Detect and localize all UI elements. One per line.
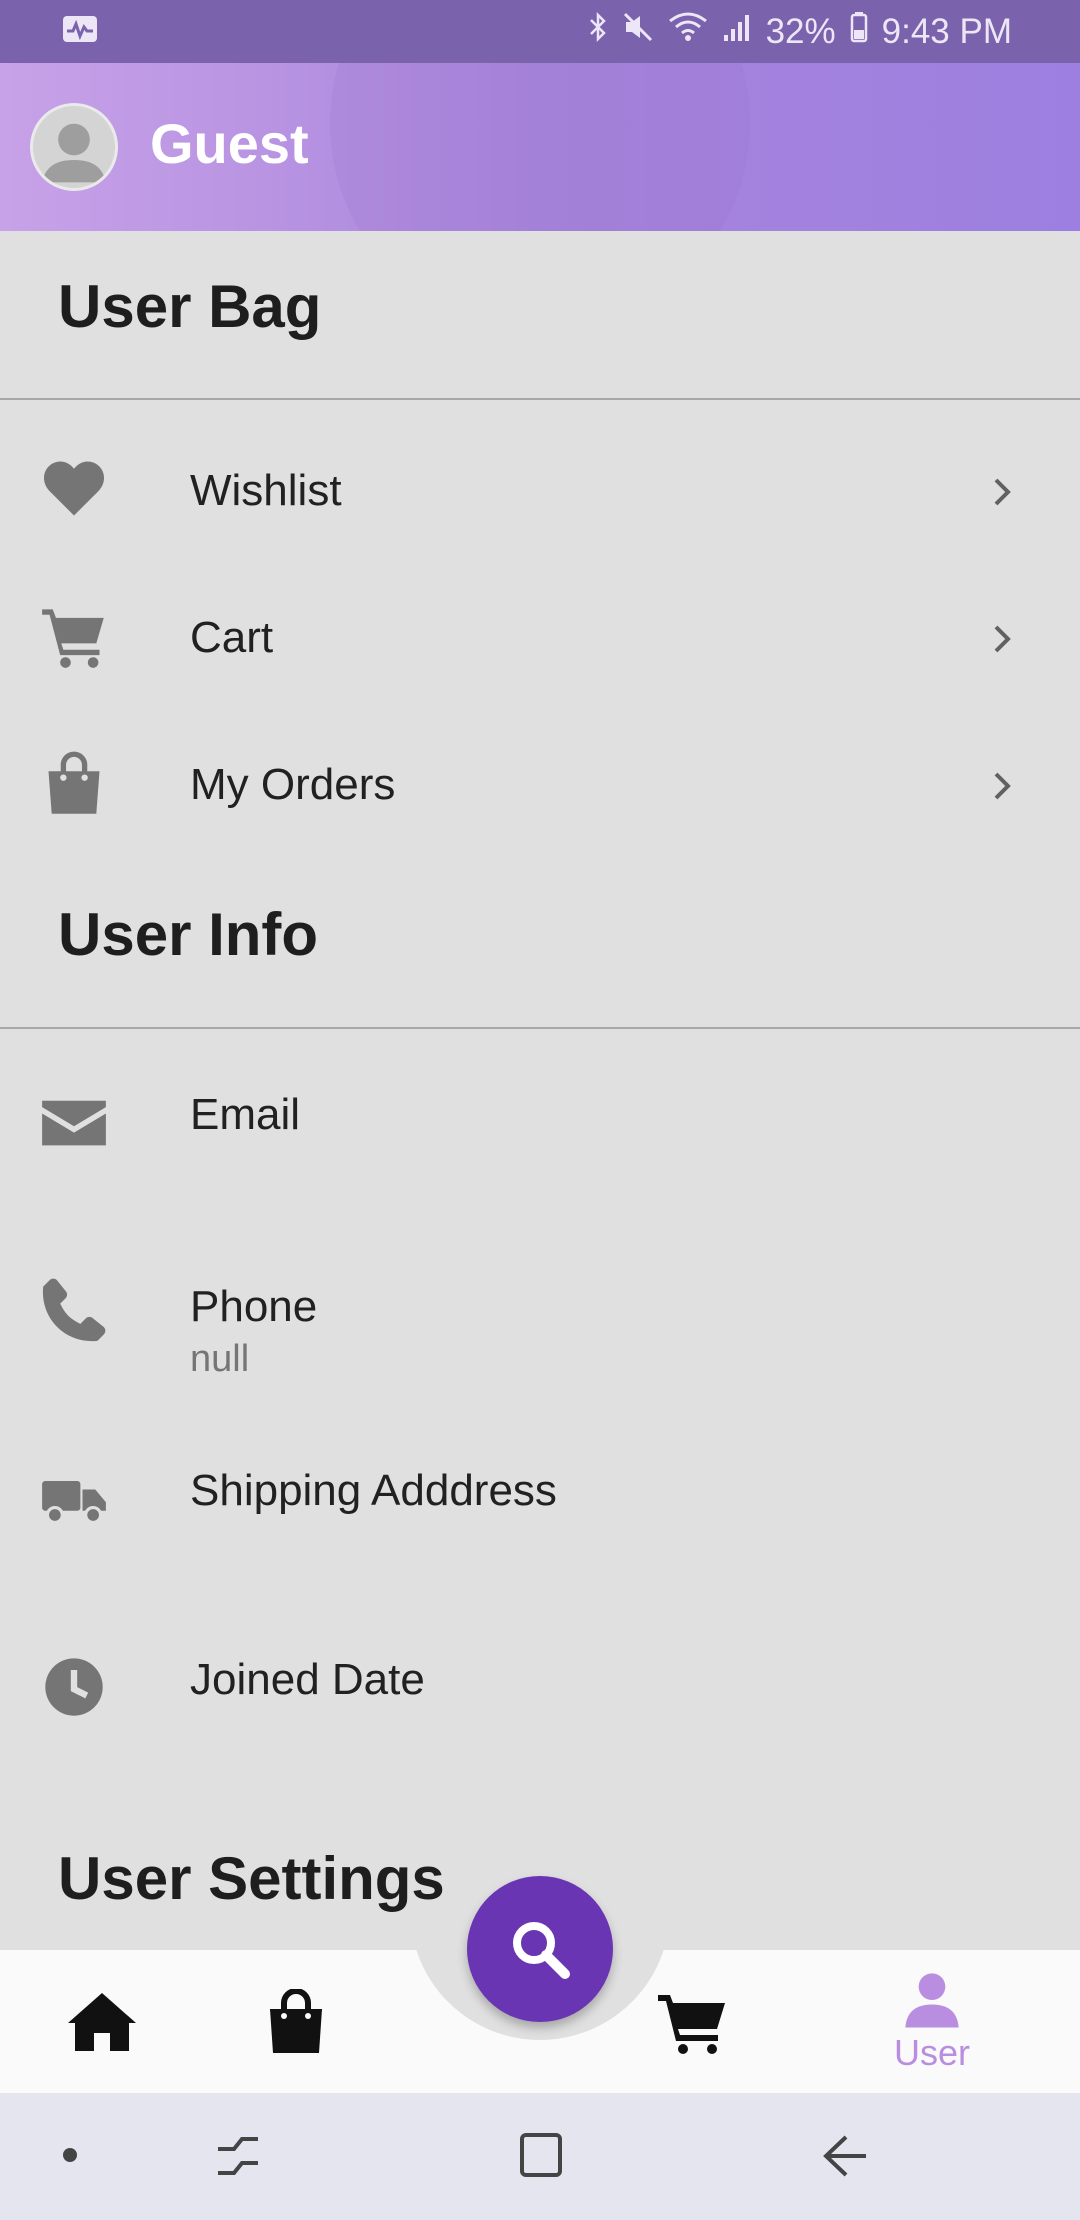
search-button[interactable]	[467, 1876, 613, 2022]
section-title-user-bag: User Bag	[58, 273, 322, 340]
joined-date-label: Joined Date	[190, 1655, 425, 1704]
my-orders-label: My Orders	[190, 760, 396, 809]
search-icon	[513, 1922, 570, 1979]
profile-header: Guest	[0, 63, 1080, 231]
home-button-icon[interactable]	[518, 2131, 566, 2181]
cart-icon	[36, 599, 112, 675]
header-decoration	[330, 63, 750, 231]
list-item-shipping-address[interactable]: Shipping Adddress	[0, 1426, 1080, 1566]
divider	[0, 398, 1080, 400]
shopping-bag-icon	[36, 746, 112, 822]
activity-icon	[62, 12, 98, 52]
email-label: Email	[190, 1090, 301, 1139]
dot-icon	[63, 2148, 77, 2162]
chevron-right-icon	[984, 768, 1020, 804]
list-item-phone[interactable]: Phone null	[0, 1238, 1080, 1380]
back-icon[interactable]	[820, 2133, 870, 2179]
mute-icon	[622, 11, 654, 52]
nav-orders[interactable]	[254, 1950, 338, 2093]
divider	[0, 1027, 1080, 1029]
envelope-icon	[36, 1084, 112, 1160]
list-item-email[interactable]: Email	[0, 1050, 1080, 1190]
bluetooth-icon	[588, 11, 608, 52]
wishlist-label: Wishlist	[190, 466, 342, 515]
cart-icon	[658, 1994, 725, 2054]
user-icon	[905, 1972, 959, 2028]
nav-cart[interactable]	[650, 1950, 734, 2093]
nav-user[interactable]: User	[880, 1950, 984, 2093]
chevron-right-icon	[984, 621, 1020, 657]
signal-icon	[722, 11, 752, 52]
system-nav-bar	[0, 2093, 1080, 2220]
battery-percent: 32%	[765, 11, 836, 51]
home-icon	[68, 1992, 136, 2051]
shopping-bag-icon	[270, 1988, 322, 2053]
chevron-right-icon	[984, 474, 1020, 510]
recents-icon[interactable]	[214, 2133, 264, 2179]
phone-label: Phone	[190, 1282, 318, 1331]
status-time: 9:43 PM	[881, 11, 1012, 51]
cart-label: Cart	[190, 613, 274, 662]
battery-icon	[850, 11, 868, 52]
avatar[interactable]	[30, 103, 118, 191]
section-title-user-info: User Info	[58, 901, 319, 968]
heart-icon	[36, 452, 112, 528]
truck-icon	[36, 1460, 112, 1536]
list-item-joined-date[interactable]: Joined Date	[0, 1615, 1080, 1755]
section-title-user-settings: User Settings	[58, 1845, 445, 1912]
clock-icon	[36, 1649, 112, 1725]
list-item-cart[interactable]: Cart	[0, 569, 1080, 709]
phone-value: null	[190, 1338, 250, 1380]
list-item-my-orders[interactable]: My Orders	[0, 716, 1080, 856]
wifi-icon	[668, 11, 708, 52]
list-item-wishlist[interactable]: Wishlist	[0, 422, 1080, 562]
shipping-address-label: Shipping Adddress	[190, 1466, 557, 1515]
nav-home[interactable]	[60, 1950, 144, 2093]
user-name: Guest	[150, 112, 309, 175]
phone-icon	[36, 1272, 112, 1348]
status-bar: 32% 9:43 PM	[0, 0, 1080, 63]
user-avatar-icon	[42, 123, 106, 183]
nav-user-label: User	[893, 2031, 970, 2073]
